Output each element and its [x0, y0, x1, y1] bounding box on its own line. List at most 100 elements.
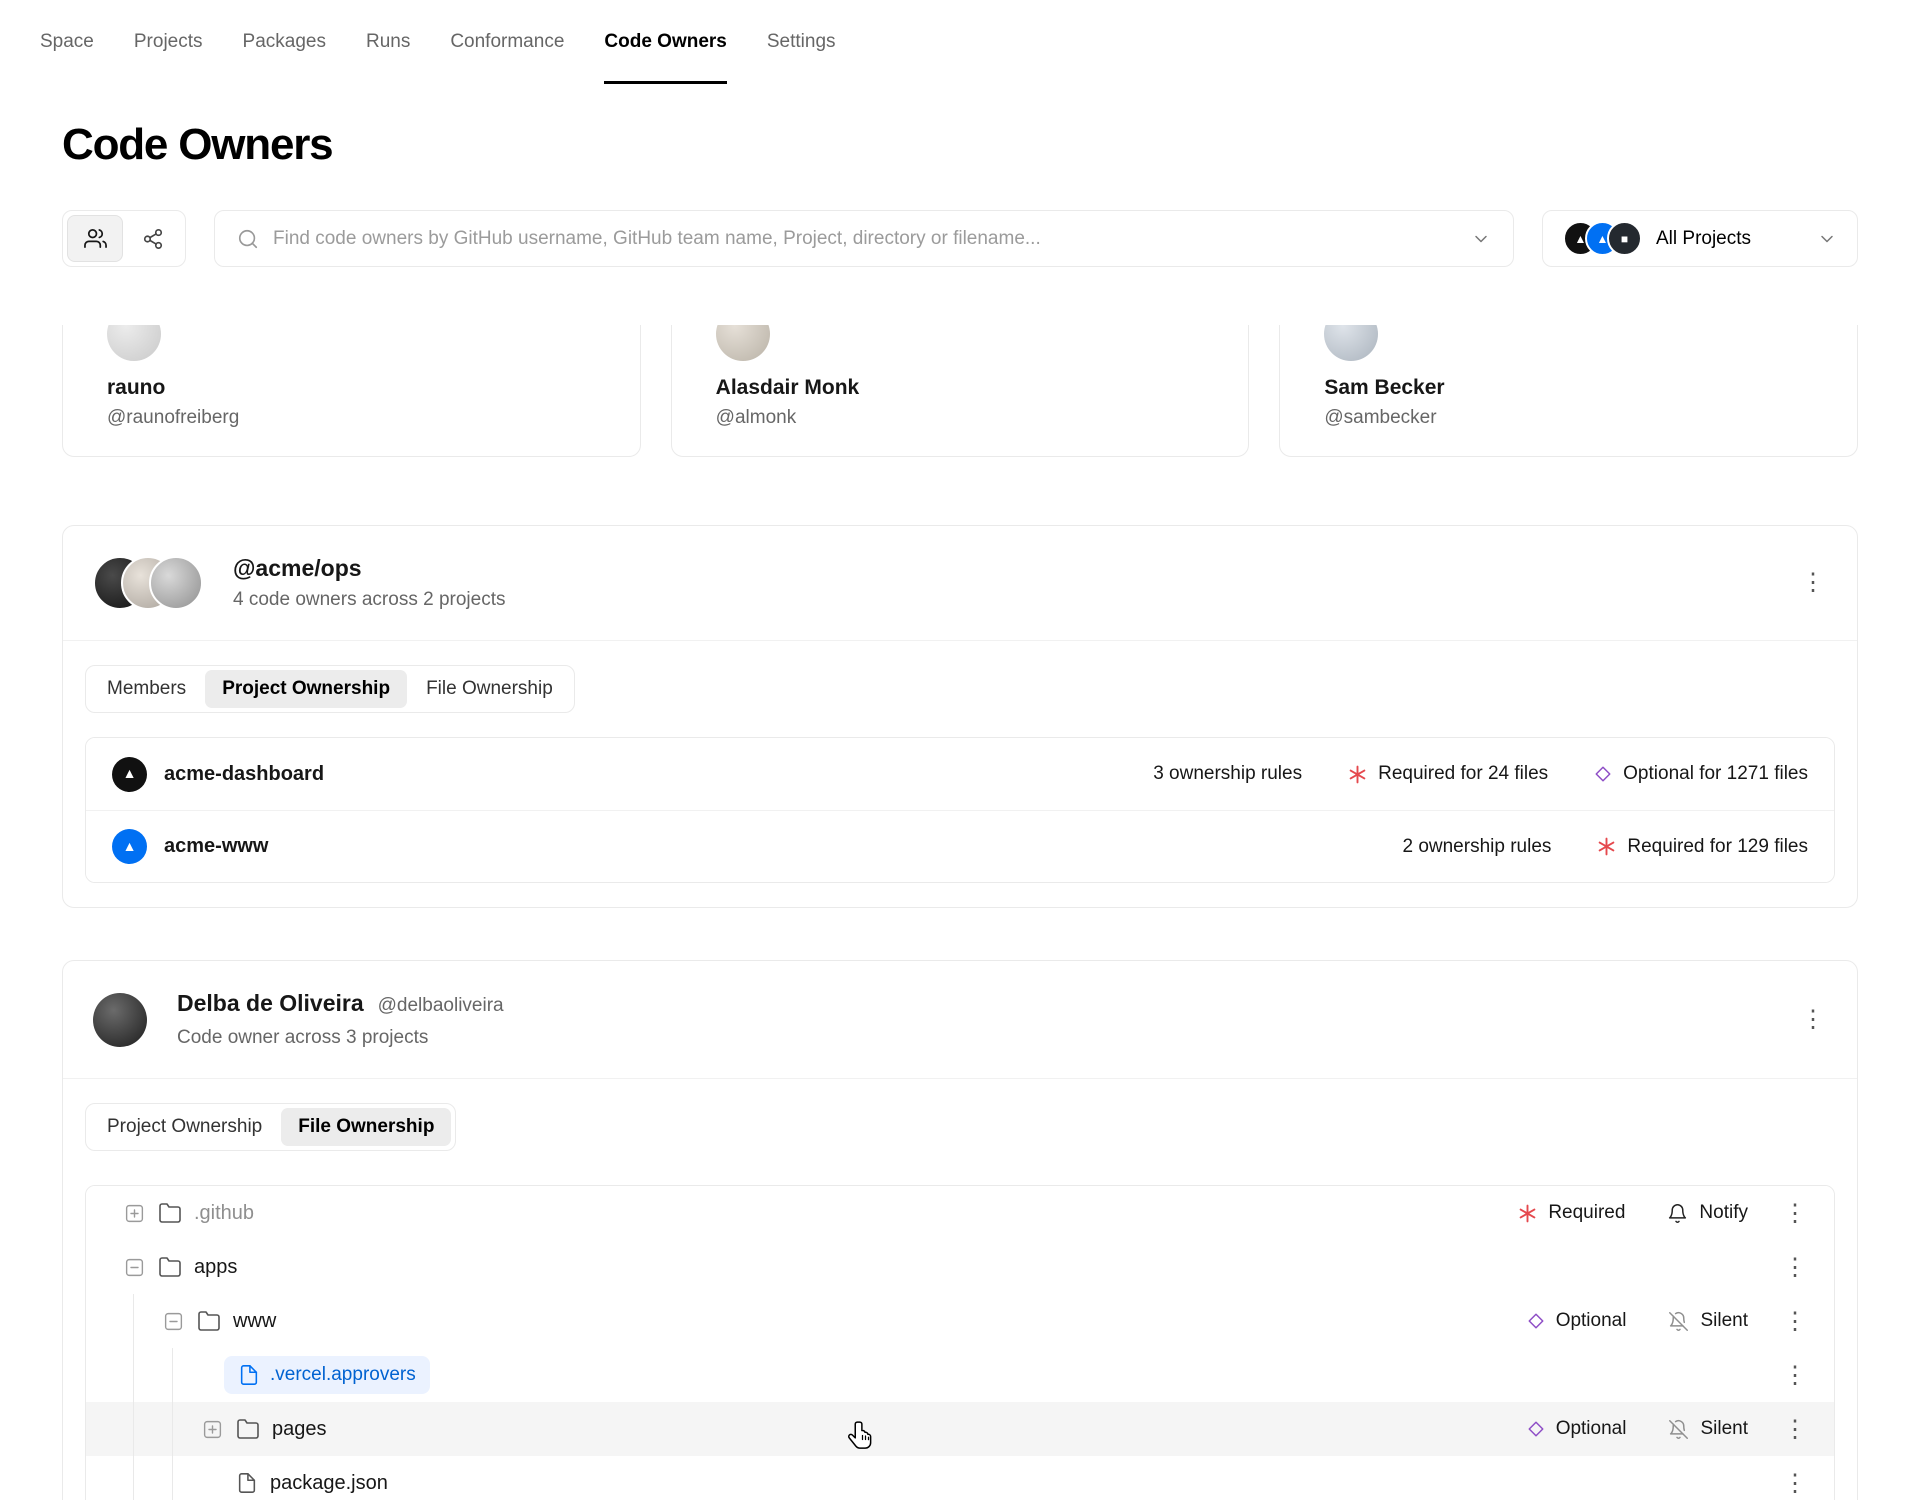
silent-badge: Silent [1668, 1310, 1748, 1332]
users-icon [83, 227, 107, 250]
nav-item-settings[interactable]: Settings [767, 0, 836, 84]
person-subtitle: Code owner across 3 projects [177, 1027, 429, 1048]
kebab-menu-button[interactable]: ⋮ [1780, 1411, 1810, 1447]
tree-indent-guide [161, 1402, 200, 1456]
expand-toggle-icon[interactable] [200, 1417, 224, 1441]
folder-icon [158, 1201, 182, 1225]
owner-name: Sam Becker [1324, 376, 1445, 399]
kebab-menu-button[interactable]: ⋮ [1780, 1195, 1810, 1231]
tab-members[interactable]: Members [90, 670, 203, 708]
chevron-down-icon [1817, 229, 1837, 249]
project-name: acme-www [164, 835, 269, 857]
page-head: Code Owners Find code owners by GitHub u… [0, 84, 1920, 325]
table-row[interactable]: ▲ acme-www 2 ownership rules Required fo… [86, 810, 1834, 882]
tree-node-label: .github [194, 1201, 255, 1224]
collapse-toggle-icon[interactable] [122, 1255, 146, 1279]
tree-row[interactable]: apps ⋮ [86, 1240, 1834, 1294]
owner-handle: @sambecker [1324, 407, 1437, 428]
chevron-down-icon[interactable] [1471, 229, 1491, 249]
person-panel: Delba de Oliveira @delbaoliveira Code own… [62, 960, 1858, 1500]
nav-item-packages[interactable]: Packages [243, 0, 326, 84]
tree-row[interactable]: pages Optional Silent ⋮ [86, 1402, 1834, 1456]
diamond-icon [1527, 1420, 1545, 1438]
asterisk-icon [1348, 765, 1367, 784]
team-tabs: Members Project Ownership File Ownership [85, 665, 575, 713]
expand-toggle-icon[interactable] [122, 1201, 146, 1225]
tree-node-label: package.json [270, 1471, 388, 1494]
project-filter-select[interactable]: ▲ ▲ ■ All Projects [1542, 210, 1858, 267]
nav-item-projects[interactable]: Projects [134, 0, 203, 84]
notify-badge: Notify [1667, 1202, 1748, 1224]
search-input[interactable] [273, 227, 1457, 250]
file-icon [236, 1472, 258, 1494]
asterisk-icon [1597, 837, 1616, 856]
required-badge: Required for 129 files [1597, 836, 1808, 858]
avatar [93, 992, 147, 1047]
kebab-menu-button[interactable]: ⋮ [1795, 1002, 1831, 1038]
diamond-icon [1527, 1312, 1545, 1330]
nav-item-code-owners[interactable]: Code Owners [604, 0, 727, 84]
selected-file-chip[interactable]: .vercel.approvers [224, 1356, 430, 1394]
share-view-button[interactable] [125, 215, 181, 262]
code-owner-search[interactable] [214, 210, 1514, 267]
nav-item-runs[interactable]: Runs [366, 0, 410, 84]
bell-icon [1667, 1203, 1688, 1224]
bell-off-icon [1668, 1311, 1689, 1332]
tab-file-ownership[interactable]: File Ownership [281, 1108, 452, 1146]
ownership-rules-count: 2 ownership rules [1402, 835, 1552, 857]
file-icon [238, 1364, 260, 1386]
search-icon [237, 228, 259, 250]
table-row[interactable]: ▲ acme-dashboard 3 ownership rules Requi… [86, 738, 1834, 810]
folder-icon [197, 1309, 221, 1333]
nav-item-conformance[interactable]: Conformance [450, 0, 564, 84]
required-badge: Required [1518, 1202, 1625, 1224]
nav-item-space[interactable]: Space [40, 0, 94, 84]
optional-badge: Optional [1527, 1418, 1626, 1440]
tab-file-ownership[interactable]: File Ownership [409, 670, 570, 708]
kebab-menu-button[interactable]: ⋮ [1780, 1465, 1810, 1500]
team-panel: @acme/ops 4 code owners across 2 project… [62, 525, 1858, 908]
main-content: rauno @raunofreiberg Alasdair Monk @almo… [0, 286, 1920, 1500]
page-title: Code Owners [62, 120, 334, 169]
tree-node-label: www [233, 1309, 277, 1332]
tree-indent-guide [122, 1294, 161, 1348]
project-logo-icon: ■ [1607, 221, 1642, 256]
required-badge: Required for 24 files [1348, 763, 1548, 785]
tree-indent-guide [122, 1402, 161, 1456]
kebab-menu-button[interactable]: ⋮ [1780, 1303, 1810, 1339]
tree-row[interactable]: www Optional Silent ⋮ [86, 1294, 1834, 1348]
kebab-menu-button[interactable]: ⋮ [1795, 565, 1831, 601]
person-tabs: Project Ownership File Ownership [85, 1103, 457, 1151]
tree-row[interactable]: .vercel.approvers ⋮ [86, 1348, 1834, 1402]
project-logo-icon: ▲ [112, 829, 147, 864]
silent-badge: Silent [1668, 1418, 1748, 1440]
kebab-menu-button[interactable]: ⋮ [1780, 1357, 1810, 1393]
project-name: acme-dashboard [164, 762, 325, 785]
avatar [149, 556, 203, 610]
tree-node-label: apps [194, 1255, 238, 1278]
bell-off-icon [1668, 1419, 1689, 1440]
kebab-menu-button[interactable]: ⋮ [1780, 1249, 1810, 1285]
tree-indent-guide [161, 1348, 200, 1402]
collapse-toggle-icon[interactable] [161, 1309, 185, 1333]
optional-badge: Optional [1527, 1310, 1626, 1332]
owners-view-button[interactable] [67, 215, 123, 262]
owner-handle: @raunofreiberg [107, 407, 240, 428]
team-name: @acme/ops [233, 555, 362, 581]
tree-indent-guide [122, 1456, 161, 1500]
tab-project-ownership[interactable]: Project Ownership [90, 1108, 279, 1146]
tree-row[interactable]: .github Required Notify ⋮ [86, 1186, 1834, 1240]
optional-badge: Optional for 1271 files [1594, 763, 1808, 785]
team-avatar-stack [93, 556, 203, 610]
tab-project-ownership[interactable]: Project Ownership [205, 670, 408, 708]
tree-row[interactable]: package.json ⋮ [86, 1456, 1834, 1500]
ownership-rules-count: 3 ownership rules [1153, 763, 1303, 784]
project-logos-stack: ▲ ▲ ■ [1563, 221, 1642, 256]
team-subtitle: 4 code owners across 2 projects [233, 589, 506, 610]
view-toggle-group [62, 210, 186, 267]
tree-indent-guide [122, 1348, 161, 1402]
file-ownership-tree: .github Required Notify ⋮ apps ⋮ www Opt… [85, 1185, 1835, 1500]
owner-name: rauno [107, 376, 166, 399]
page-header: Space Projects Packages Runs Conformance… [0, 0, 1920, 325]
tree-indent-guide [161, 1456, 200, 1500]
